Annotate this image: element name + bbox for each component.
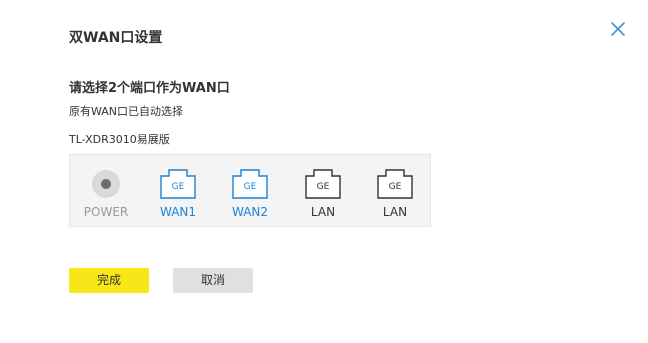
port-label: WAN1 <box>159 205 197 219</box>
port-glyph-text: GE <box>317 182 330 192</box>
port-power: POWER <box>76 155 136 228</box>
ethernet-port-icon: GE <box>160 169 196 199</box>
close-icon[interactable] <box>606 17 630 41</box>
port-label: LAN <box>382 205 408 219</box>
port-label: WAN2 <box>231 205 269 219</box>
ethernet-port-icon: GE <box>377 169 413 199</box>
port-panel: POWER GE WAN1 GE WAN2 GE LAN GE LAN <box>69 154 431 227</box>
port-lan1[interactable]: GE LAN <box>293 155 353 228</box>
instruction-subtext: 原有WAN口已自动选择 <box>69 105 184 118</box>
finish-button[interactable]: 完成 <box>69 268 149 293</box>
dual-wan-dialog: 双WAN口设置 请选择2个端口作为WAN口 原有WAN口已自动选择 TL-XDR… <box>0 0 648 343</box>
port-label: LAN <box>310 205 336 219</box>
port-wan2[interactable]: GE WAN2 <box>220 155 280 228</box>
port-glyph-text: GE <box>172 182 185 192</box>
cancel-button[interactable]: 取消 <box>173 268 253 293</box>
port-lan2[interactable]: GE LAN <box>365 155 425 228</box>
port-wan1[interactable]: GE WAN1 <box>148 155 208 228</box>
port-glyph-text: GE <box>389 182 402 192</box>
ethernet-port-icon: GE <box>305 169 341 199</box>
port-glyph-text: GE <box>244 182 257 192</box>
ethernet-port-icon: GE <box>232 169 268 199</box>
device-model: TL-XDR3010易展版 <box>69 133 170 146</box>
dialog-title: 双WAN口设置 <box>69 30 163 46</box>
port-label: POWER <box>83 205 129 219</box>
power-indicator-icon <box>92 170 120 198</box>
instruction-heading: 请选择2个端口作为WAN口 <box>69 81 230 96</box>
